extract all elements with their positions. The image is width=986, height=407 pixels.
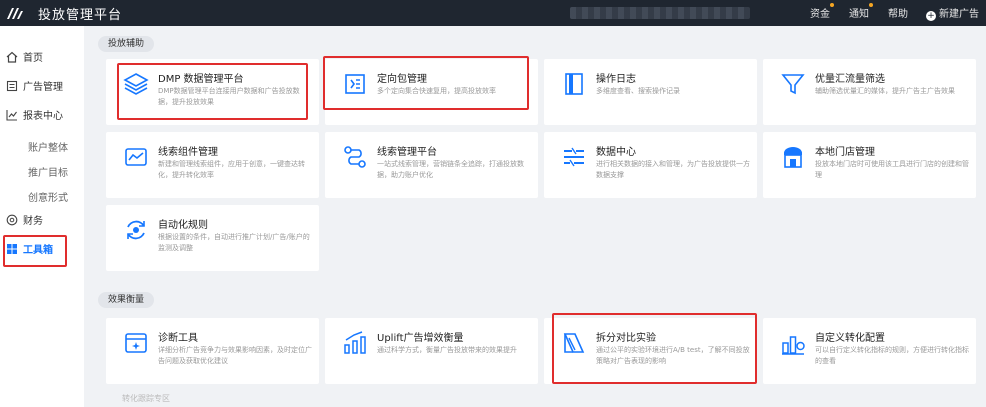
section-label-delivery-assist: 投放辅助 (98, 36, 155, 52)
sidebar-item-toolbox[interactable]: 工具箱 (6, 242, 53, 260)
target-package-icon (345, 74, 365, 94)
nav-help[interactable]: 帮助 (888, 5, 908, 20)
card-title: 定向包管理 (377, 74, 427, 85)
notification-dot (830, 3, 834, 7)
card-description: 新建和管理线索组件，应用于创意，一键查达转化，提升转化效率 (158, 160, 305, 179)
card-description: 通过公平的实验环境进行A/B test，了解不同投放策略对广告表现的影响 (596, 346, 750, 365)
tool-card-split-test[interactable]: 拆分对比实验 通过公平的实验环境进行A/B test，了解不同投放策略对广告表现… (544, 318, 757, 384)
card-description: 多维度查看、搜索操作记录 (596, 87, 680, 95)
tool-card-diagnose[interactable]: 诊断工具 详细分析广告竞争力与效果影响因素，及时定位广告问题及获取优化建议 (106, 318, 319, 384)
chart-line-icon (6, 110, 17, 121)
lead-component-icon (125, 148, 147, 166)
card-description: 投放本地门店时可使用该工具进行门店的创建和管理 (815, 160, 969, 179)
uplift-chart-icon (344, 331, 366, 354)
tool-card-uplift[interactable]: Uplift广告增效衡量 通过科学方式，衡量广告投放带来的效果提升 (325, 318, 538, 384)
sidebar-subitem-promotion-target[interactable]: 推广目标 (28, 164, 68, 179)
tool-card-targeting-package[interactable]: 定向包管理 多个定向集合快速复用，提高投放效率 (325, 59, 538, 125)
account-name-blurred (570, 7, 750, 19)
split-test-icon (563, 333, 585, 353)
card-title: 诊断工具 (158, 333, 198, 344)
new-ad-button[interactable]: + 新建广告 (926, 5, 979, 21)
card-description: 通过科学方式，衡量广告投放带来的效果提升 (377, 346, 517, 354)
card-title: 线索管理平台 (377, 147, 437, 158)
custom-conversion-icon (782, 336, 805, 355)
tool-card-lead-component[interactable]: 线索组件管理 新建和管理线索组件，应用于创意，一键查达转化，提升转化效率 (106, 132, 319, 198)
funnel-icon (781, 74, 805, 95)
data-center-icon (564, 147, 584, 167)
card-description: 详细分析广告竞争力与效果影响因素，及时定位广告问题及获取优化建议 (158, 346, 312, 365)
card-title: 线索组件管理 (158, 147, 218, 158)
card-title: 数据中心 (596, 147, 636, 158)
card-title: 拆分对比实验 (596, 333, 656, 344)
card-title: 自动化规则 (158, 220, 208, 231)
card-description: DMP数据管理平台连接用户数据和广告投放数据，提升投放效果 (158, 87, 300, 106)
notification-dot (869, 3, 873, 7)
logo-icon (7, 8, 23, 19)
section-label-conversion-tracking: 转化跟踪专区 (122, 394, 170, 403)
sidebar-item-finance[interactable]: 财务 (6, 213, 43, 231)
finance-icon (6, 214, 18, 226)
tool-card-local-store[interactable]: 本地门店管理 投放本地门店时可使用该工具进行门店的创建和管理 (763, 132, 976, 198)
tool-card-automation-rules[interactable]: 自动化规则 根据设置的条件，自动进行推广计划/广告/账户的监测及调整 (106, 205, 319, 271)
card-title: 操作日志 (596, 74, 636, 85)
tool-card-operation-log[interactable]: 操作日志 多维度查看、搜索操作记录 (544, 59, 757, 125)
sidebar: 首页 广告管理 报表中心 账户整体 推广目标 创意形式 财务 工具箱 (0, 26, 84, 407)
nav-funds[interactable]: 资金 (810, 3, 834, 20)
sidebar-subitem-creative-format[interactable]: 创意形式 (28, 189, 68, 204)
card-description: 一站式线索管理，营销链条全追踪，打通投放数据，助力账户优化 (377, 160, 524, 179)
tool-card-custom-conversion[interactable]: 自定义转化配置 可以自行定义转化指标的规则，方便进行转化指标的查看 (763, 318, 976, 384)
card-title: 本地门店管理 (815, 147, 875, 158)
card-description: 进行相关数据的接入和管理，为广告投放提供一方数据支撑 (596, 160, 750, 179)
tool-card-data-center[interactable]: 数据中心 进行相关数据的接入和管理，为广告投放提供一方数据支撑 (544, 132, 757, 198)
tool-card-traffic-filter[interactable]: 优量汇流量筛选 辅助筛选优量汇的媒体，提升广告主广告效果 (763, 59, 976, 125)
card-title: DMP 数据管理平台 (158, 74, 244, 85)
section-label-effect-measurement: 效果衡量 (98, 292, 155, 308)
sidebar-item-ad-management[interactable]: 广告管理 (6, 79, 63, 97)
card-title: 优量汇流量筛选 (815, 74, 885, 85)
tool-card-dmp[interactable]: DMP 数据管理平台 DMP数据管理平台连接用户数据和广告投放数据，提升投放效果 (106, 59, 319, 125)
layers-icon (123, 73, 149, 95)
top-bar: 投放管理平台 资金 通知 帮助 + 新建广告 (0, 0, 986, 26)
card-title: Uplift广告增效衡量 (377, 333, 464, 344)
tool-card-lead-management[interactable]: 线索管理平台 一站式线索管理，营销链条全追踪，打通投放数据，助力账户优化 (325, 132, 538, 198)
automation-icon (127, 220, 145, 240)
log-book-icon (565, 73, 583, 95)
app-title: 投放管理平台 (38, 8, 123, 23)
home-icon (6, 51, 18, 63)
sidebar-item-home[interactable]: 首页 (6, 50, 43, 68)
nav-notifications[interactable]: 通知 (849, 3, 873, 20)
toolbox-icon (7, 244, 17, 254)
sidebar-subitem-account-overview[interactable]: 账户整体 (28, 139, 68, 154)
store-icon (784, 147, 802, 168)
card-title: 自定义转化配置 (815, 333, 885, 344)
lead-flow-icon (344, 146, 366, 168)
card-description: 辅助筛选优量汇的媒体，提升广告主广告效果 (815, 87, 955, 95)
card-description: 可以自行定义转化指标的规则，方便进行转化指标的查看 (815, 346, 969, 365)
diagnose-icon (125, 333, 147, 353)
card-description: 多个定向集合快速复用，提高投放效率 (377, 87, 496, 95)
plus-icon: + (926, 11, 936, 21)
sidebar-item-report-center[interactable]: 报表中心 (6, 108, 63, 126)
ad-list-icon (6, 80, 18, 92)
toolbox-main: 投放辅助 DMP 数据管理平台 DMP数据管理平台连接用户数据和广告投放数据，提… (84, 26, 986, 407)
card-description: 根据设置的条件，自动进行推广计划/广告/账户的监测及调整 (158, 233, 310, 252)
